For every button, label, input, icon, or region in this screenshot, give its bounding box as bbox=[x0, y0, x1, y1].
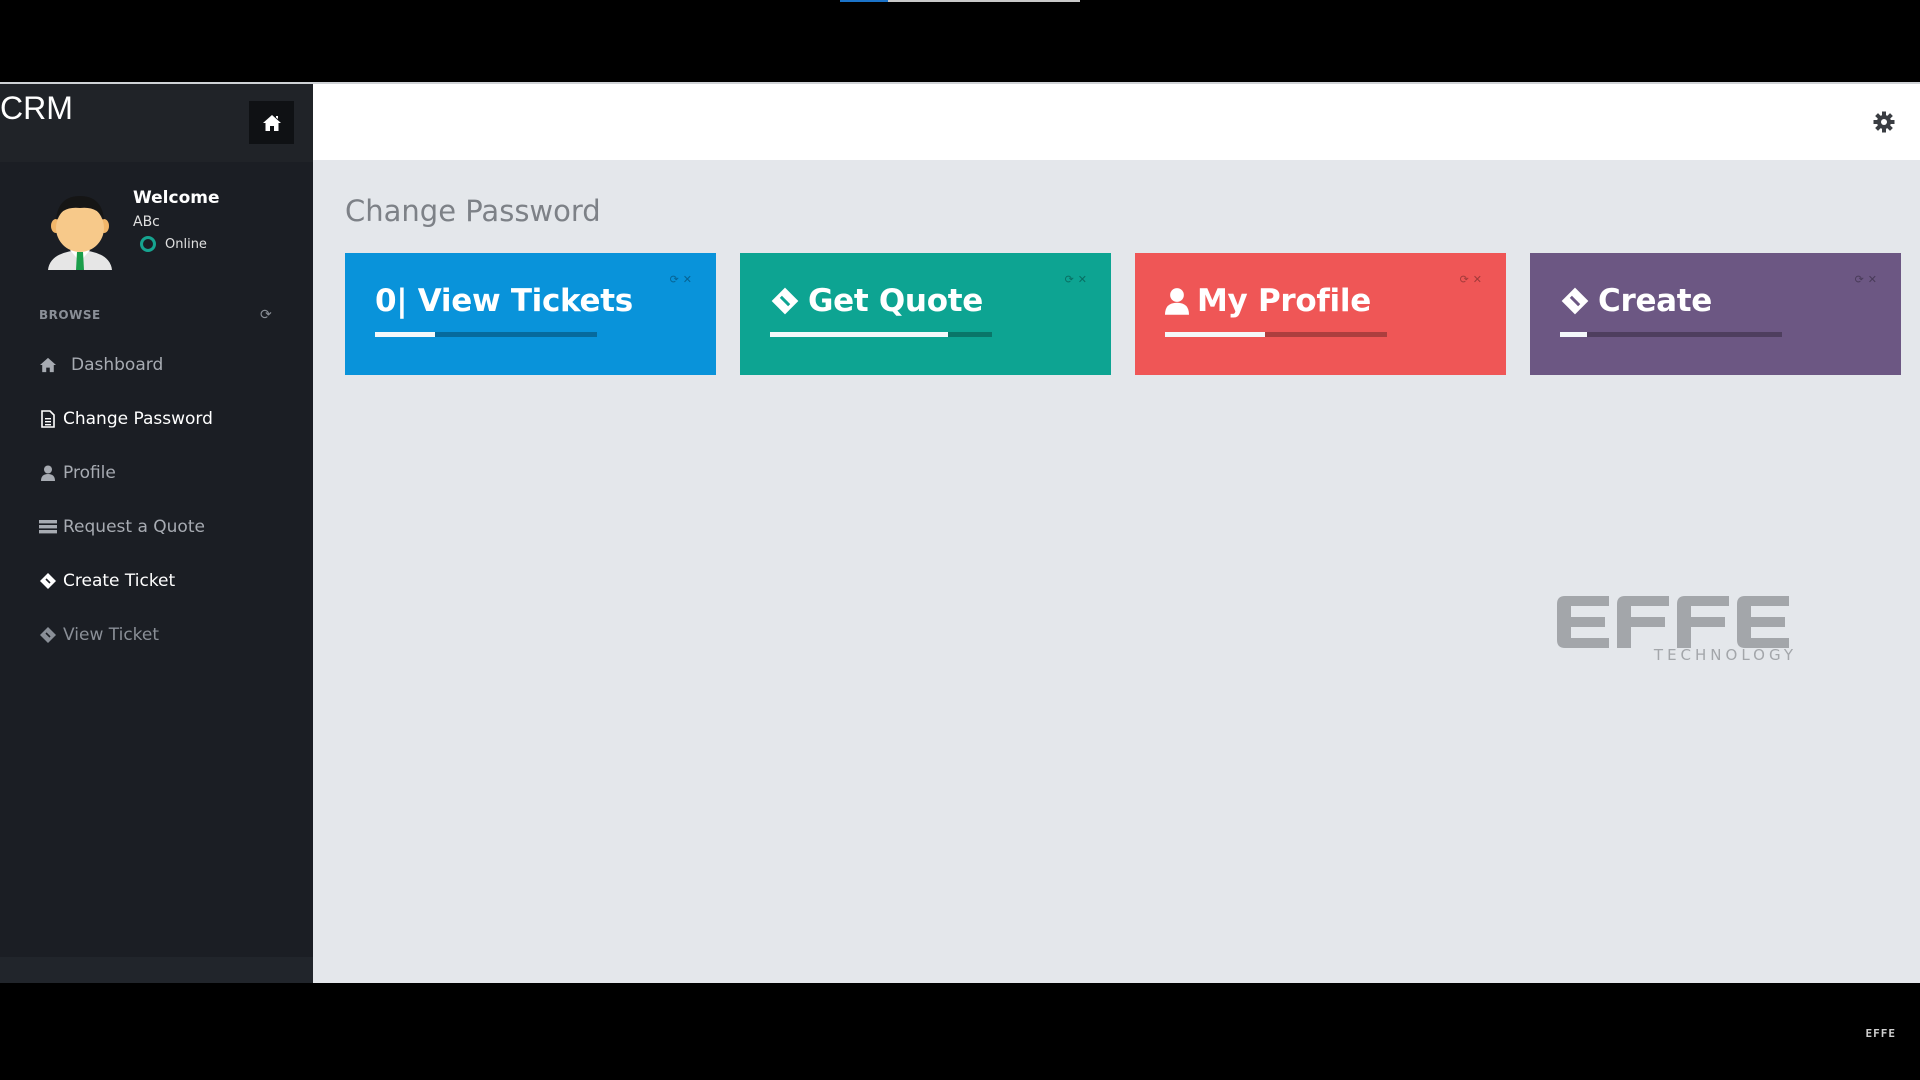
sidebar-item-label: Create Ticket bbox=[63, 571, 176, 591]
top-header bbox=[313, 84, 1920, 160]
tile-label: 0| View Tickets bbox=[375, 283, 633, 319]
page-title: Change Password bbox=[345, 194, 601, 228]
refresh-icon[interactable]: ⟳ bbox=[260, 307, 272, 323]
tile-refresh-icon[interactable]: ⟳ bbox=[1460, 273, 1469, 286]
dashboard-tiles: ⟳ ✕ 0| View Tickets ⟳ ✕ Get Quote ⟳ ✕ My… bbox=[345, 253, 1901, 375]
tile-close-icon[interactable]: ✕ bbox=[683, 273, 692, 286]
ticket-icon bbox=[771, 287, 799, 315]
sidebar-header: CRM bbox=[0, 84, 313, 162]
user-icon bbox=[1165, 288, 1189, 315]
watermark-tagline: TECHNOLOGY bbox=[1653, 646, 1797, 664]
sidebar-item-label: Request a Quote bbox=[63, 517, 205, 537]
tile-label: Create bbox=[1560, 283, 1712, 319]
home-icon bbox=[39, 357, 57, 373]
browser-tab-active[interactable] bbox=[840, 0, 888, 2]
tile-progress-fill bbox=[375, 332, 435, 337]
tile-view-tickets[interactable]: ⟳ ✕ 0| View Tickets bbox=[345, 253, 716, 375]
tile-get-quote[interactable]: ⟳ ✕ Get Quote bbox=[740, 253, 1111, 375]
tile-controls: ⟳ ✕ bbox=[670, 273, 692, 286]
tile-progress-bar bbox=[1560, 332, 1782, 337]
browse-section-header: BROWSE ⟳ bbox=[0, 302, 313, 338]
sidebar-item-change-password[interactable]: Change Password bbox=[0, 392, 313, 446]
tile-progress-bar bbox=[770, 332, 992, 337]
home-icon bbox=[262, 114, 281, 131]
tile-label: My Profile bbox=[1165, 283, 1371, 319]
tile-controls: ⟳ ✕ bbox=[1065, 273, 1087, 286]
user-panel: Welcome ABc Online bbox=[0, 162, 313, 302]
sidebar-item-view-ticket[interactable]: View Ticket bbox=[0, 608, 313, 662]
welcome-label: Welcome bbox=[133, 188, 220, 208]
ticket-icon bbox=[1561, 287, 1589, 315]
online-status-icon bbox=[140, 236, 156, 252]
window-top-bar bbox=[0, 0, 1920, 82]
tile-controls: ⟳ ✕ bbox=[1460, 273, 1482, 286]
tile-close-icon[interactable]: ✕ bbox=[1078, 273, 1087, 286]
file-text-icon bbox=[39, 410, 57, 428]
tile-progress-fill bbox=[1560, 332, 1587, 337]
tile-close-icon[interactable]: ✕ bbox=[1868, 273, 1877, 286]
sidebar-item-request-quote[interactable]: Request a Quote bbox=[0, 500, 313, 554]
main-content: Change Password ⟳ ✕ 0| View Tickets ⟳ ✕ bbox=[313, 160, 1920, 983]
tile-progress-fill bbox=[1165, 332, 1265, 337]
tile-my-profile[interactable]: ⟳ ✕ My Profile bbox=[1135, 253, 1506, 375]
gear-icon bbox=[1873, 111, 1895, 133]
user-name: ABc bbox=[133, 214, 160, 230]
ticket-icon bbox=[39, 572, 57, 590]
tile-close-icon[interactable]: ✕ bbox=[1473, 273, 1482, 286]
crm-app: CRM Welcome ABc Online BROWSE ⟳ Dashboar… bbox=[0, 82, 1920, 983]
tile-title: Create bbox=[1598, 283, 1713, 319]
sidebar-item-label: View Ticket bbox=[63, 625, 160, 645]
sidebar-item-create-ticket[interactable]: Create Ticket bbox=[0, 554, 313, 608]
effe-technology-watermark: TECHNOLOGY bbox=[1557, 596, 1797, 672]
tile-progress-fill bbox=[770, 332, 948, 337]
footer-logo: EFFE bbox=[1865, 1027, 1896, 1040]
status-text: Online bbox=[165, 236, 207, 252]
browse-label: BROWSE bbox=[39, 308, 101, 322]
effe-logo-icon bbox=[1557, 596, 1789, 648]
sidebar-footer bbox=[0, 957, 313, 983]
tile-progress-bar bbox=[375, 332, 597, 337]
sidebar: CRM Welcome ABc Online BROWSE ⟳ Dashboar… bbox=[0, 84, 313, 983]
list-icon bbox=[39, 520, 57, 534]
sidebar-item-label: Dashboard bbox=[71, 355, 164, 375]
sidebar-item-label: Change Password bbox=[63, 409, 213, 429]
sidebar-item-dashboard[interactable]: Dashboard bbox=[0, 338, 313, 392]
sidebar-item-profile[interactable]: Profile bbox=[0, 446, 313, 500]
settings-button[interactable] bbox=[1872, 110, 1896, 134]
sidebar-item-label: Profile bbox=[63, 463, 116, 483]
brand-logo[interactable]: CRM bbox=[0, 90, 73, 127]
tile-progress-bar bbox=[1165, 332, 1387, 337]
tile-title: Get Quote bbox=[808, 283, 983, 319]
sidebar-nav: Dashboard Change Password Profile Reques… bbox=[0, 338, 313, 662]
tile-controls: ⟳ ✕ bbox=[1855, 273, 1877, 286]
avatar bbox=[48, 196, 112, 270]
user-icon bbox=[39, 465, 57, 481]
tile-refresh-icon[interactable]: ⟳ bbox=[670, 273, 679, 286]
tile-create[interactable]: ⟳ ✕ Create bbox=[1530, 253, 1901, 375]
status-badge: Online bbox=[140, 236, 207, 252]
tile-label: Get Quote bbox=[770, 283, 983, 319]
tile-refresh-icon[interactable]: ⟳ bbox=[1855, 273, 1864, 286]
tile-title: My Profile bbox=[1197, 283, 1371, 319]
tile-title: 0| View Tickets bbox=[375, 283, 633, 319]
tile-refresh-icon[interactable]: ⟳ bbox=[1065, 273, 1074, 286]
home-button[interactable] bbox=[249, 101, 294, 144]
ticket-icon bbox=[39, 626, 57, 644]
